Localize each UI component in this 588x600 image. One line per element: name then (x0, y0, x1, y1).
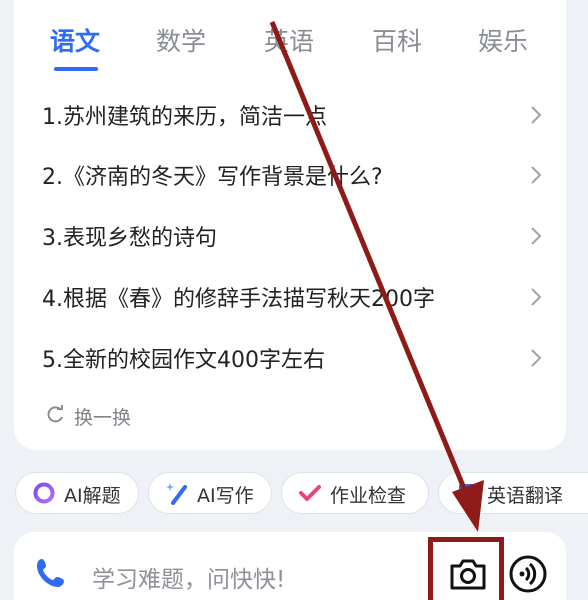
tab-chinese[interactable]: 语文 (50, 22, 100, 58)
question-item-5[interactable]: 5.全新的校园作文400字左右 (42, 338, 542, 378)
tab-math[interactable]: 数学 (156, 22, 206, 58)
question-text: 3.表现乡愁的诗句 (42, 226, 217, 251)
question-text: 2.《济南的冬天》写作背景是什么? (42, 165, 383, 190)
chip-label: AI写作 (197, 485, 254, 507)
pen-sparkle-icon (166, 483, 187, 505)
question-input-bar: 学习难题，问快快! (14, 532, 566, 600)
voice-icon[interactable] (508, 554, 548, 594)
tab-english[interactable]: 英语 (264, 22, 314, 58)
chip-label: AI解题 (64, 485, 121, 507)
refresh-icon (47, 405, 63, 423)
chevron-right-icon (531, 288, 542, 306)
chevron-right-icon (531, 106, 542, 124)
question-text: 5.全新的校园作文400字左右 (42, 348, 325, 373)
question-item-1[interactable]: 1.苏州建筑的来历，简洁一点 (42, 95, 542, 135)
phone-icon[interactable] (34, 556, 68, 590)
chevron-right-icon (531, 166, 542, 184)
question-item-2[interactable]: 2.《济南的冬天》写作背景是什么? (42, 155, 542, 195)
translate-icon (459, 484, 475, 502)
camera-icon[interactable] (448, 556, 488, 592)
homework-check-chip[interactable]: 作业检查 (281, 472, 429, 514)
tab-encyclopedia[interactable]: 百科 (372, 22, 422, 58)
chevron-right-icon (531, 349, 542, 367)
question-text: 1.苏州建筑的来历，简洁一点 (42, 105, 327, 130)
ai-solve-chip[interactable]: AI解题 (15, 472, 139, 514)
english-translate-chip[interactable]: 英语翻译 (438, 472, 588, 514)
check-icon (299, 485, 321, 501)
category-tabs: 语文 数学 英语 百科 娱乐 (0, 22, 588, 72)
refresh-label: 换一换 (74, 407, 132, 429)
chip-label: 英语翻译 (487, 485, 564, 507)
ring-icon (33, 482, 55, 504)
question-item-3[interactable]: 3.表现乡愁的诗句 (42, 216, 542, 256)
question-item-4[interactable]: 4.根据《春》的修辞手法描写秋天200字 (42, 277, 542, 317)
chip-label: 作业检查 (330, 485, 407, 507)
question-text: 4.根据《春》的修辞手法描写秋天200字 (42, 287, 435, 312)
question-input[interactable]: 学习难题，问快快! (92, 560, 285, 594)
tab-entertainment[interactable]: 娱乐 (478, 22, 528, 58)
chevron-right-icon (531, 227, 542, 245)
active-tab-indicator (54, 67, 98, 71)
ai-writing-chip[interactable]: AI写作 (148, 472, 272, 514)
